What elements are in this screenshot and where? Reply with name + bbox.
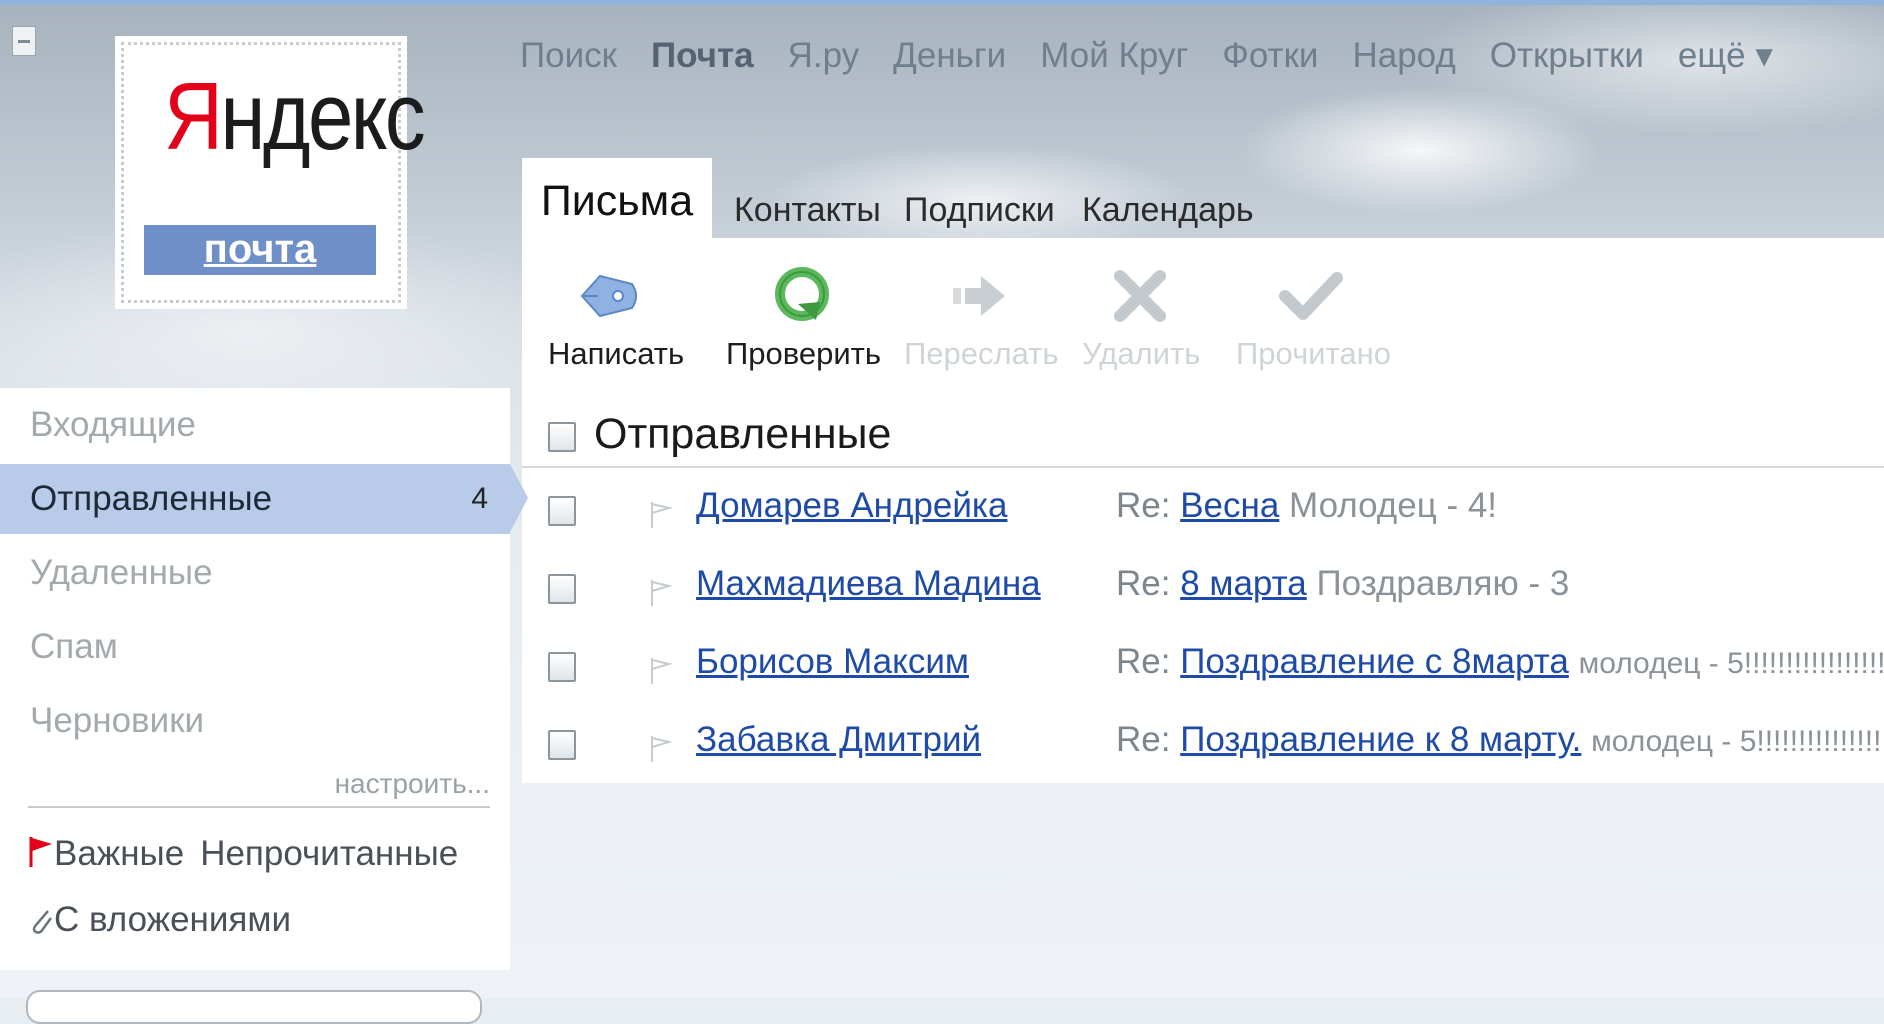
tab-letters[interactable]: Письма — [522, 158, 712, 240]
message-row[interactable]: Борисов Максим Re: Поздравление с 8марта… — [522, 628, 1884, 706]
service-search[interactable]: Поиск — [520, 36, 617, 76]
flag-icon[interactable] — [649, 656, 673, 686]
checkmark-icon — [1236, 256, 1386, 336]
message-subject[interactable]: Весна — [1180, 486, 1279, 525]
folder-header: Отправленные — [522, 406, 1884, 468]
message-sender[interactable]: Забавка Дмитрий — [696, 720, 981, 760]
folder-sent[interactable]: Отправленные 4 — [0, 464, 510, 534]
main-tabs: Письма Контакты Подписки Календарь — [522, 158, 1884, 240]
forward-arrow-icon — [904, 256, 1054, 336]
service-narod[interactable]: Народ — [1352, 36, 1455, 76]
flag-icon[interactable] — [649, 578, 673, 608]
message-sender[interactable]: Махмадиева Мадина — [696, 564, 1041, 604]
service-mail[interactable]: Почта — [651, 36, 754, 76]
logo-service-name: почта — [203, 227, 317, 271]
red-flag-icon — [29, 837, 52, 867]
folder-label: Входящие — [30, 405, 196, 444]
message-snippet: молодец - 5!!!!!!!!!!!!!!!!!!! — [1591, 725, 1884, 758]
check-mail-button[interactable]: Проверить — [726, 256, 882, 372]
message-sender[interactable]: Борисов Максим — [696, 642, 969, 682]
tab-subscriptions[interactable]: Подписки — [904, 180, 1055, 240]
attachments-filter[interactable]: С вложениями — [28, 900, 291, 940]
sidebar-search-field[interactable] — [26, 990, 482, 1024]
reply-prefix: Re: — [1116, 564, 1171, 603]
message-snippet: Поздравляю - 3 — [1316, 564, 1570, 603]
folder-label: Удаленные — [30, 553, 213, 592]
collapse-button[interactable] — [12, 26, 36, 56]
service-photos[interactable]: Фотки — [1222, 36, 1318, 76]
message-row[interactable]: Забавка Дмитрий Re: Поздравление к 8 мар… — [522, 706, 1884, 784]
service-moikrug[interactable]: Мой Круг — [1040, 36, 1188, 76]
reply-prefix: Re: — [1116, 720, 1171, 759]
reply-prefix: Re: — [1116, 486, 1171, 525]
services-nav: Поиск Почта Я.ру Деньги Мой Круг Фотки Н… — [520, 36, 1773, 76]
message-subject-line: Re: Поздравление с 8марта молодец - 5!!!… — [1116, 642, 1884, 682]
message-snippet: Молодец - 4! — [1289, 486, 1498, 525]
message-checkbox[interactable] — [548, 652, 576, 682]
filter-unread[interactable]: Непрочитанные — [200, 834, 458, 873]
check-label: Проверить — [726, 336, 882, 371]
logo-wordmark: Яндекс — [164, 63, 426, 170]
service-cards[interactable]: Открытки — [1490, 36, 1644, 76]
folder-label: Спам — [30, 627, 118, 666]
flag-icon[interactable] — [649, 500, 673, 530]
forward-button[interactable]: Переслать — [904, 256, 1059, 372]
delete-button[interactable]: Удалить — [1082, 256, 1201, 372]
message-subject-line: Re: Весна Молодец - 4! — [1116, 486, 1497, 526]
message-checkbox[interactable] — [548, 496, 576, 526]
service-more[interactable]: ещё ▾ — [1678, 36, 1773, 76]
mail-panel: Написать Проверить Переслать Удалить Про… — [522, 238, 1884, 783]
folder-label: Черновики — [30, 701, 205, 740]
quick-filters: Важные Непрочитанные — [28, 834, 458, 874]
service-yaru[interactable]: Я.ру — [788, 36, 860, 76]
mark-read-button[interactable]: Прочитано — [1236, 256, 1391, 372]
folder-deleted[interactable]: Удаленные — [0, 538, 510, 608]
toolbar: Написать Проверить Переслать Удалить Про… — [522, 238, 1884, 378]
folder-label: Отправленные — [30, 479, 273, 518]
message-subject-line: Re: Поздравление к 8 марту. молодец - 5!… — [1116, 720, 1884, 760]
top-accent-line — [0, 0, 1884, 5]
minus-icon — [18, 39, 30, 43]
message-row[interactable]: Махмадиева Мадина Re: 8 марта Поздравляю… — [522, 550, 1884, 628]
service-money[interactable]: Деньги — [893, 36, 1006, 76]
message-sender[interactable]: Домарев Андрейка — [696, 486, 1007, 526]
refresh-icon — [726, 256, 878, 336]
sidebar-divider — [28, 806, 490, 808]
yandex-mail-logo[interactable]: Яндекс почта — [121, 42, 426, 303]
filter-attachments: С вложениями — [54, 900, 292, 939]
logo-first-letter: Я — [164, 63, 223, 170]
message-subject-line: Re: 8 марта Поздравляю - 3 — [1116, 564, 1569, 604]
compose-label: Написать — [548, 336, 685, 371]
tab-calendar[interactable]: Календарь — [1082, 180, 1254, 240]
select-all-checkbox[interactable] — [548, 422, 576, 452]
compose-button[interactable]: Написать — [548, 256, 685, 372]
forward-label: Переслать — [904, 336, 1059, 371]
delete-cross-icon — [1082, 256, 1198, 336]
folder-sidebar: Входящие Отправленные 4 Удаленные Спам Че… — [0, 388, 510, 970]
read-label: Прочитано — [1236, 336, 1391, 371]
logo-rest: ндекс — [220, 63, 425, 170]
message-checkbox[interactable] — [548, 574, 576, 604]
filter-important[interactable]: Важные — [54, 834, 184, 873]
compose-pen-icon — [548, 256, 672, 336]
folder-inbox[interactable]: Входящие — [0, 390, 510, 460]
folder-count-badge: 4 — [471, 482, 488, 515]
folder-spam[interactable]: Спам — [0, 612, 510, 682]
folder-drafts[interactable]: Черновики — [0, 686, 510, 756]
delete-label: Удалить — [1082, 336, 1201, 371]
paperclip-icon — [32, 910, 53, 934]
message-row[interactable]: Домарев Андрейка Re: Весна Молодец - 4! — [522, 472, 1884, 550]
active-folder-pointer — [510, 464, 528, 532]
message-subject[interactable]: 8 марта — [1180, 564, 1307, 603]
folder-title: Отправленные — [594, 410, 892, 458]
flag-icon[interactable] — [649, 734, 673, 764]
logo-service-band: почта — [144, 225, 376, 275]
tab-contacts[interactable]: Контакты — [734, 180, 881, 240]
message-subject[interactable]: Поздравление к 8 марту. — [1180, 720, 1581, 759]
message-checkbox[interactable] — [548, 730, 576, 760]
setup-folders-link[interactable]: настроить... — [335, 768, 490, 800]
reply-prefix: Re: — [1116, 642, 1171, 681]
message-snippet: молодец - 5!!!!!!!!!!!!!!!!!!! — [1578, 647, 1884, 680]
message-subject[interactable]: Поздравление с 8марта — [1180, 642, 1569, 681]
